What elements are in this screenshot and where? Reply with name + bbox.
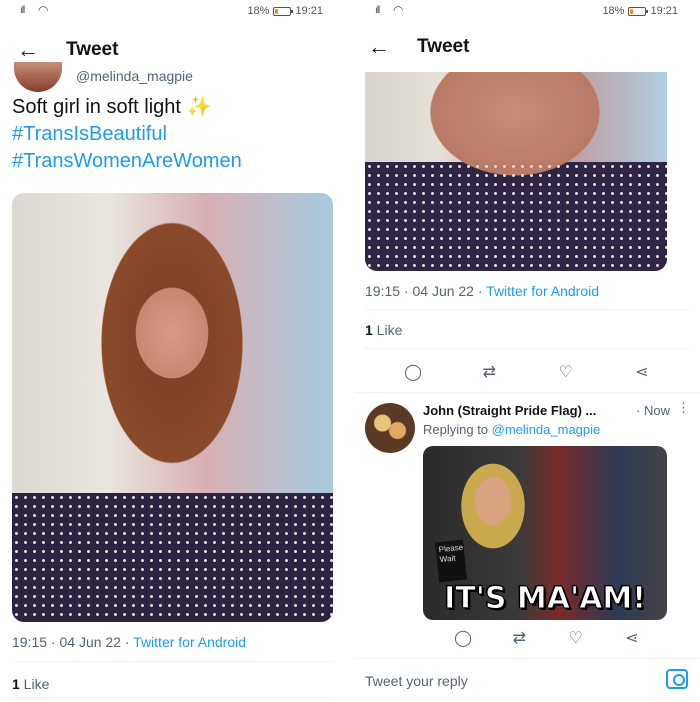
reply-composer[interactable]: Tweet your reply [355, 658, 700, 702]
divider [12, 698, 333, 699]
left-screen: ıll ◠ 18% 19:21 ← Tweet @melinda_magpie … [0, 0, 345, 702]
more-icon[interactable]: ⋮ [677, 400, 690, 416]
dress-pattern [12, 493, 333, 622]
share-icon[interactable]: ⋖ [627, 362, 657, 382]
signal-icon: ıll [20, 5, 25, 16]
divider [365, 309, 690, 310]
divider [12, 661, 333, 662]
tweet-photo[interactable] [12, 193, 333, 622]
reply-timestamp: · Now [636, 403, 670, 418]
likes-count[interactable]: 1 Like [365, 322, 402, 338]
top-bar: ← Tweet [355, 27, 700, 67]
reply-gif[interactable]: Please Wait IT'S MA'AM! [423, 446, 667, 620]
author-handle[interactable]: @melinda_magpie [76, 68, 193, 84]
battery-percent: 18% [602, 5, 625, 17]
share-icon[interactable]: ⋖ [617, 628, 647, 648]
likes-label: Like [19, 676, 50, 692]
back-arrow-icon[interactable]: ← [8, 37, 48, 63]
tweet-source-link[interactable]: Twitter for Android [486, 283, 599, 299]
wifi-icon: ◠ [393, 3, 404, 17]
like-icon[interactable]: ♡ [551, 362, 581, 382]
battery-icon [273, 6, 294, 16]
likes-label: Like [372, 322, 403, 338]
page-title: Tweet [66, 39, 119, 60]
page-title: Tweet [417, 36, 470, 57]
reply-icon[interactable]: ◯ [448, 628, 478, 648]
tweet-actions: ◯ ⇄ ♡ ⋖ [355, 362, 700, 382]
tweet-body: Soft girl in soft light ✨ [12, 96, 212, 118]
tweet-photo[interactable] [365, 72, 667, 271]
divider [355, 392, 700, 393]
battery-percent: 18% [247, 5, 270, 17]
clock: 19:21 [650, 5, 678, 17]
divider [365, 348, 690, 349]
hashtag-link[interactable]: #TransWomenAreWomen [12, 148, 342, 175]
avatar[interactable] [14, 62, 62, 92]
tweet-timestamp: 19:15 · 04 Jun 22 · [12, 634, 134, 650]
dress-pattern [365, 162, 667, 271]
reply-input[interactable]: Tweet your reply [365, 673, 468, 689]
right-screen: ıll ◠ 18% 19:21 ← Tweet 19:15 · 04 Jun 2… [355, 0, 700, 702]
wifi-icon: ◠ [38, 3, 49, 17]
tweet-timestamp: 19:15 · 04 Jun 22 · [365, 283, 487, 299]
camera-icon[interactable] [666, 669, 688, 689]
reply-icon[interactable]: ◯ [398, 362, 428, 382]
signal-icon: ıll [375, 5, 380, 16]
tweet-text: Soft girl in soft light ✨ #TransIsBeauti… [12, 94, 342, 175]
like-icon[interactable]: ♡ [561, 628, 591, 648]
retweet-icon[interactable]: ⇄ [504, 628, 534, 648]
reply-actions: ◯ ⇄ ♡ ⋖ [415, 628, 680, 648]
replying-prefix: Replying to [423, 422, 492, 437]
retweet-icon[interactable]: ⇄ [474, 362, 504, 382]
back-arrow-icon[interactable]: ← [359, 34, 399, 60]
status-bar: ıll ◠ 18% 19:21 [355, 0, 700, 22]
clock: 19:21 [295, 5, 323, 17]
reply-author-name[interactable]: John (Straight Pride Flag) ... [423, 403, 596, 418]
replying-to-handle[interactable]: @melinda_magpie [492, 422, 601, 437]
tweet-source-link[interactable]: Twitter for Android [133, 634, 246, 650]
gif-caption: IT'S MA'AM! [444, 581, 647, 617]
likes-count[interactable]: 1 Like [12, 676, 49, 692]
status-bar: ıll ◠ 18% 19:21 [0, 0, 345, 22]
likes-number: 1 [365, 322, 373, 338]
likes-number: 1 [12, 676, 20, 692]
replying-to: Replying to @melinda_magpie [423, 422, 600, 437]
gif-sign: Please Wait [434, 539, 468, 583]
tweet-meta: 19:15 · 04 Jun 22 · Twitter for Android [365, 283, 599, 299]
tweet-meta: 19:15 · 04 Jun 22 · Twitter for Android [12, 634, 246, 650]
hashtag-link[interactable]: #TransIsBeautiful [12, 121, 342, 148]
battery-icon [628, 6, 649, 16]
avatar[interactable] [365, 403, 415, 453]
